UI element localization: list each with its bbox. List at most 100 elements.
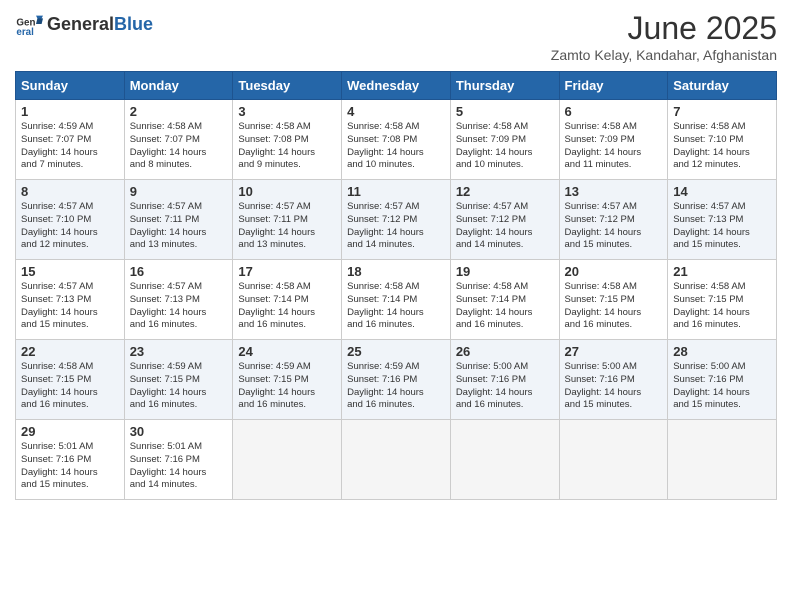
cell-line: and 14 minutes. (347, 239, 445, 252)
cell-line: Sunrise: 4:59 AM (238, 361, 336, 374)
calendar-cell: 14Sunrise: 4:57 AMSunset: 7:13 PMDayligh… (668, 180, 777, 260)
day-number: 3 (238, 104, 336, 119)
cell-content: Sunrise: 4:57 AMSunset: 7:10 PMDaylight:… (21, 201, 119, 252)
cell-line: Sunrise: 4:58 AM (565, 121, 663, 134)
calendar-cell: 30Sunrise: 5:01 AMSunset: 7:16 PMDayligh… (124, 420, 233, 500)
cell-line: Sunrise: 4:58 AM (21, 361, 119, 374)
cell-line: and 13 minutes. (238, 239, 336, 252)
cell-line: and 15 minutes. (21, 319, 119, 332)
cell-content: Sunrise: 4:57 AMSunset: 7:12 PMDaylight:… (565, 201, 663, 252)
cell-content: Sunrise: 4:58 AMSunset: 7:10 PMDaylight:… (673, 121, 771, 172)
day-number: 8 (21, 184, 119, 199)
cell-line: Sunset: 7:16 PM (130, 454, 228, 467)
cell-line: Daylight: 14 hours (21, 227, 119, 240)
weekday-header-wednesday: Wednesday (342, 72, 451, 100)
cell-line: Sunrise: 4:57 AM (565, 201, 663, 214)
cell-content: Sunrise: 4:58 AMSunset: 7:14 PMDaylight:… (347, 281, 445, 332)
weekday-header-sunday: Sunday (16, 72, 125, 100)
cell-line: Daylight: 14 hours (130, 387, 228, 400)
cell-line: Sunset: 7:16 PM (673, 374, 771, 387)
page-header: Gen eral GeneralBlue June 2025 Zamto Kel… (15, 10, 777, 63)
calendar-cell: 20Sunrise: 4:58 AMSunset: 7:15 PMDayligh… (559, 260, 668, 340)
cell-line: Daylight: 14 hours (673, 387, 771, 400)
cell-line: Daylight: 14 hours (347, 227, 445, 240)
cell-line: Sunset: 7:15 PM (238, 374, 336, 387)
calendar-cell: 5Sunrise: 4:58 AMSunset: 7:09 PMDaylight… (450, 100, 559, 180)
cell-content: Sunrise: 4:58 AMSunset: 7:15 PMDaylight:… (21, 361, 119, 412)
day-number: 12 (456, 184, 554, 199)
cell-line: Daylight: 14 hours (673, 227, 771, 240)
cell-line: Sunset: 7:15 PM (565, 294, 663, 307)
day-number: 22 (21, 344, 119, 359)
cell-line: Sunrise: 4:57 AM (673, 201, 771, 214)
cell-line: Sunrise: 4:58 AM (347, 121, 445, 134)
calendar-cell: 16 Sunrise: 4:57 AMSunset: 7:13 PMDayligh… (124, 260, 233, 340)
cell-line: Sunset: 7:09 PM (565, 134, 663, 147)
cell-line: Daylight: 14 hours (21, 387, 119, 400)
cell-line: Sunset: 7:12 PM (347, 214, 445, 227)
cell-line: Sunrise: 5:00 AM (565, 361, 663, 374)
cell-line: Sunrise: 4:57 AM (130, 201, 228, 214)
calendar-cell: 3 Sunrise: 4:58 AMSunset: 7:08 PMDaylight… (233, 100, 342, 180)
calendar-cell: 24Sunrise: 4:59 AMSunset: 7:15 PMDayligh… (233, 340, 342, 420)
cell-line: Sunset: 7:16 PM (456, 374, 554, 387)
cell-content: Sunrise: 4:58 AMSunset: 7:14 PMDaylight:… (456, 281, 554, 332)
calendar-cell: 9Sunrise: 4:57 AMSunset: 7:11 PMDaylight… (124, 180, 233, 260)
cell-line: and 15 minutes. (673, 399, 771, 412)
calendar-cell: 4Sunrise: 4:58 AMSunset: 7:08 PMDaylight… (342, 100, 451, 180)
cell-line: Sunset: 7:08 PM (347, 134, 445, 147)
cell-line: Sunset: 7:10 PM (21, 214, 119, 227)
cell-line: and 10 minutes. (347, 159, 445, 172)
cell-line: Sunrise: 4:57 AM (456, 201, 554, 214)
cell-line: Sunset: 7:14 PM (347, 294, 445, 307)
calendar-cell (450, 420, 559, 500)
cell-content: Sunrise: 4:58 AMSunset: 7:08 PMDaylight:… (238, 121, 336, 172)
cell-line: Sunset: 7:07 PM (21, 134, 119, 147)
calendar-cell: 23Sunrise: 4:59 AMSunset: 7:15 PMDayligh… (124, 340, 233, 420)
cell-line: and 13 minutes. (130, 239, 228, 252)
cell-line: Daylight: 14 hours (673, 307, 771, 320)
cell-content: Sunrise: 4:58 AMSunset: 7:09 PMDaylight:… (456, 121, 554, 172)
cell-line: and 16 minutes. (130, 399, 228, 412)
cell-line: and 16 minutes. (130, 319, 228, 332)
weekday-header-friday: Friday (559, 72, 668, 100)
calendar-cell (559, 420, 668, 500)
cell-content: Sunrise: 4:58 AMSunset: 7:15 PMDaylight:… (673, 281, 771, 332)
cell-content: Sunrise: 4:57 AMSunset: 7:13 PMDaylight:… (130, 281, 228, 332)
cell-content: Sunrise: 4:58 AMSunset: 7:14 PMDaylight:… (238, 281, 336, 332)
calendar-cell: 19Sunrise: 4:58 AMSunset: 7:14 PMDayligh… (450, 260, 559, 340)
cell-line: Sunset: 7:12 PM (456, 214, 554, 227)
cell-line: and 16 minutes. (21, 399, 119, 412)
cell-line: Sunrise: 4:58 AM (347, 281, 445, 294)
cell-line: and 16 minutes. (347, 319, 445, 332)
cell-line: Sunset: 7:11 PM (130, 214, 228, 227)
calendar-cell: 13Sunrise: 4:57 AMSunset: 7:12 PMDayligh… (559, 180, 668, 260)
day-number: 16 (130, 264, 228, 279)
cell-line: Daylight: 14 hours (130, 227, 228, 240)
day-number: 7 (673, 104, 771, 119)
day-number: 23 (130, 344, 228, 359)
cell-line: Daylight: 14 hours (347, 387, 445, 400)
cell-line: and 12 minutes. (673, 159, 771, 172)
day-number: 2 (130, 104, 228, 119)
cell-line: and 12 minutes. (21, 239, 119, 252)
cell-line: Sunset: 7:13 PM (130, 294, 228, 307)
calendar-cell: 12Sunrise: 4:57 AMSunset: 7:12 PMDayligh… (450, 180, 559, 260)
cell-line: and 14 minutes. (130, 479, 228, 492)
cell-line: Daylight: 14 hours (130, 307, 228, 320)
week-row-5: 29Sunrise: 5:01 AMSunset: 7:16 PMDayligh… (16, 420, 777, 500)
cell-line: Sunset: 7:15 PM (21, 374, 119, 387)
month-title: June 2025 (551, 10, 777, 47)
cell-line: and 10 minutes. (456, 159, 554, 172)
calendar-cell: 29Sunrise: 5:01 AMSunset: 7:16 PMDayligh… (16, 420, 125, 500)
cell-line: Sunrise: 5:00 AM (673, 361, 771, 374)
cell-content: Sunrise: 4:57 AMSunset: 7:11 PMDaylight:… (238, 201, 336, 252)
cell-line: Sunset: 7:11 PM (238, 214, 336, 227)
calendar-cell (342, 420, 451, 500)
cell-line: Daylight: 14 hours (21, 147, 119, 160)
svg-text:eral: eral (16, 27, 34, 38)
cell-line: Sunrise: 4:58 AM (456, 281, 554, 294)
calendar-cell: 10Sunrise: 4:57 AMSunset: 7:11 PMDayligh… (233, 180, 342, 260)
day-number: 30 (130, 424, 228, 439)
cell-line: and 15 minutes. (21, 479, 119, 492)
